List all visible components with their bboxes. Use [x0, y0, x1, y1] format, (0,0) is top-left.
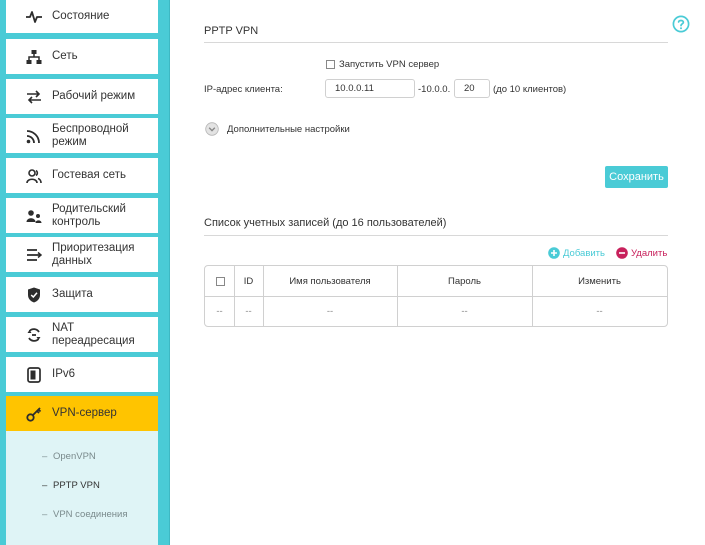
sidebar-item-label: Состояние — [52, 10, 110, 23]
enable-vpn-checkbox[interactable] — [326, 60, 335, 69]
sidebar-item-label: NAT переадресация — [52, 322, 135, 347]
section-divider — [204, 42, 668, 43]
accounts-table: ID Имя пользователя Пароль Изменить -- -… — [204, 265, 668, 327]
sidebar-item-qos[interactable]: Приоритезация данных — [6, 237, 158, 272]
add-label: Добавить — [563, 247, 605, 259]
sidebar-item-operation-mode[interactable]: Рабочий режим — [6, 79, 158, 114]
guest-icon — [24, 166, 44, 186]
sidebar-item-wireless[interactable]: Беспроводной режим — [6, 118, 158, 153]
enable-vpn-label: Запустить VPN сервер — [339, 59, 440, 70]
column-header-username: Имя пользователя — [289, 276, 371, 287]
nat-icon — [24, 325, 44, 345]
main-content: PPTP VPN Запустить VPN сервер IP-адрес к… — [170, 0, 705, 545]
sidebar-item-network[interactable]: Сеть — [6, 39, 158, 74]
advanced-settings-toggle[interactable]: Дополнительные настройки — [227, 124, 350, 135]
network-icon — [24, 47, 44, 67]
submenu-item-openvpn[interactable]: – OpenVPN — [42, 451, 96, 462]
accounts-section-title: Список учетных записей (до 16 пользовате… — [204, 217, 447, 229]
table-cell: -- — [461, 306, 468, 317]
sidebar-item-vpn-server[interactable]: VPN-сервер — [6, 396, 158, 431]
row-divider — [205, 296, 667, 297]
add-button[interactable]: Добавить — [548, 247, 605, 259]
help-icon[interactable] — [672, 15, 690, 33]
sidebar-item-label: Сеть — [52, 50, 78, 63]
ip-range-hint: (до 10 клиентов) — [493, 84, 567, 95]
ipv6-icon — [24, 365, 44, 385]
sidebar-item-label: Приоритезация данных — [52, 242, 135, 267]
save-button[interactable]: Сохранить — [605, 166, 668, 188]
add-icon — [548, 247, 560, 259]
wireless-icon — [24, 126, 44, 146]
vpn-submenu: – OpenVPN – PPTP VPN – VPN соединения — [6, 431, 158, 545]
sidebar-item-status[interactable]: Состояние — [6, 0, 158, 33]
table-cell: -- — [326, 306, 334, 317]
client-ip-label: IP-адрес клиента: — [204, 84, 283, 95]
sidebar-item-label: VPN-сервер — [52, 407, 117, 420]
select-all-checkbox[interactable] — [216, 277, 225, 286]
sidebar-item-parental-control[interactable]: Родительский контроль — [6, 198, 158, 233]
column-header-password: Пароль — [448, 276, 481, 287]
status-icon — [24, 7, 44, 27]
sidebar-item-security[interactable]: Защита — [6, 277, 158, 312]
sidebar-item-label: Родительский контроль — [52, 203, 126, 228]
sidebar-item-ipv6[interactable]: IPv6 — [6, 357, 158, 392]
table-cell: -- — [596, 306, 603, 317]
table-cell: -- — [216, 306, 223, 317]
sidebar-item-nat-forwarding[interactable]: NAT переадресация — [6, 317, 158, 352]
sidebar-item-label: IPv6 — [52, 368, 76, 381]
column-header-modify: Изменить — [578, 276, 621, 287]
section-divider — [204, 235, 668, 236]
ip-end-input[interactable]: 20 — [454, 79, 490, 98]
submenu-item-vpn-connections[interactable]: – VPN соединения — [42, 509, 127, 520]
sidebar: Состояние Сеть Рабочий режим Беспроводно… — [0, 0, 169, 545]
shield-icon — [24, 285, 44, 305]
mode-icon — [24, 87, 44, 107]
chevron-down-icon[interactable] — [205, 122, 219, 136]
column-header-id: ID — [243, 276, 254, 287]
parental-icon — [24, 206, 44, 226]
vpn-icon — [24, 404, 44, 424]
table-cell: -- — [245, 306, 252, 317]
ip-separator: -10.0.0. — [418, 84, 451, 95]
sidebar-item-label: Гостевая сеть — [52, 169, 126, 182]
delete-button[interactable]: Удалить — [616, 247, 667, 259]
sidebar-item-label: Беспроводной режим — [52, 123, 129, 148]
sidebar-item-label: Рабочий режим — [52, 90, 136, 103]
ip-start-input[interactable]: 10.0.0.11 — [325, 79, 415, 98]
qos-icon — [24, 245, 44, 265]
sidebar-item-label: Защита — [52, 288, 93, 301]
delete-icon — [616, 247, 628, 259]
submenu-item-pptp-vpn[interactable]: – PPTP VPN — [42, 480, 100, 491]
pptp-section-title: PPTP VPN — [204, 25, 259, 37]
delete-label: Удалить — [631, 247, 668, 259]
sidebar-item-guest-network[interactable]: Гостевая сеть — [6, 158, 158, 193]
